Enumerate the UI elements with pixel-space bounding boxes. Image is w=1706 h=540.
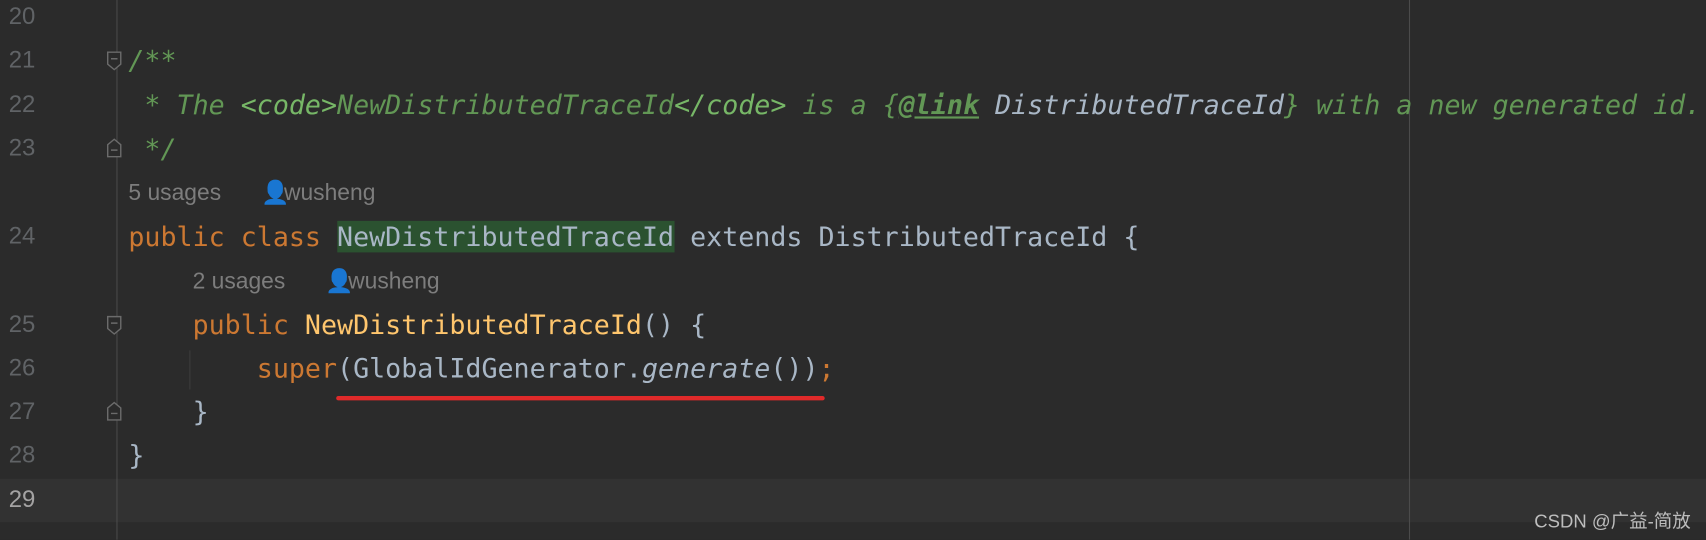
- red-annotation-underline: [336, 396, 825, 401]
- code-text: */: [128, 132, 177, 165]
- javadoc-link-tag[interactable]: @link: [899, 89, 979, 121]
- html-tag: </code>: [674, 89, 787, 121]
- code-text: super(GlobalIdGenerator.generate());: [128, 352, 835, 385]
- code-text: () {: [641, 308, 707, 341]
- code-text: extends DistributedTraceId {: [674, 220, 1140, 253]
- line-number[interactable]: 22: [9, 90, 36, 118]
- author-hint[interactable]: wusheng: [284, 181, 375, 207]
- usages-hint[interactable]: 5 usages: [128, 181, 221, 207]
- code-line-20[interactable]: 20: [0, 0, 1706, 39]
- code-line-21[interactable]: 21 /**: [0, 39, 1706, 83]
- constructor-name: NewDistributedTraceId: [304, 308, 642, 341]
- code-text: (GlobalIdGenerator.: [337, 352, 642, 385]
- line-number[interactable]: 24: [9, 222, 36, 250]
- line-number[interactable]: 28: [9, 441, 36, 469]
- code-text: ()): [770, 352, 819, 385]
- keyword: public: [128, 308, 305, 341]
- line-number[interactable]: 29: [9, 485, 36, 513]
- javadoc-reference[interactable]: DistributedTraceId: [995, 89, 1284, 121]
- line-number[interactable]: 26: [9, 354, 36, 382]
- watermark: CSDN @广益-简放: [1534, 511, 1691, 533]
- code-line-25[interactable]: 25 public NewDistributedTraceId() {: [0, 304, 1706, 348]
- code-line-26[interactable]: 26 super(GlobalIdGenerator.generate());: [0, 347, 1706, 391]
- inlay-hint-row: 5 usages 👤 wusheng: [0, 172, 1706, 216]
- line-number[interactable]: 27: [9, 397, 36, 425]
- comment-text: * The: [128, 89, 241, 121]
- usages-hint[interactable]: 2 usages: [193, 269, 286, 295]
- comment-text: NewDistributedTraceId: [337, 89, 675, 121]
- code-line-28[interactable]: 28 }: [0, 434, 1706, 478]
- html-tag: <code>: [240, 89, 338, 121]
- semicolon: ;: [818, 352, 835, 385]
- fold-start-icon[interactable]: [107, 51, 122, 71]
- highlighted-class-name[interactable]: NewDistributedTraceId: [337, 220, 675, 253]
- fold-end-icon[interactable]: [107, 138, 122, 158]
- code-line-29[interactable]: 29: [0, 479, 1706, 523]
- code-line-23[interactable]: 23 */: [0, 127, 1706, 171]
- fold-start-icon[interactable]: [107, 315, 122, 336]
- code-text: }: [128, 396, 209, 428]
- code-text: }: [128, 439, 145, 472]
- keyword: super: [128, 352, 338, 385]
- inlay-hint-row: 2 usages 👤 wusheng: [0, 260, 1706, 304]
- indent-guide: [189, 350, 191, 390]
- code-editor[interactable]: 20 21 /** 22 * The <code>NewDistributedT…: [0, 0, 1706, 540]
- code-text: public class NewDistributedTraceId exten…: [128, 220, 1140, 253]
- code-text: public NewDistributedTraceId() {: [128, 308, 707, 341]
- code-line-22[interactable]: 22 * The <code>NewDistributedTraceId</co…: [0, 84, 1706, 128]
- code-line-24[interactable]: 24 public class NewDistributedTraceId ex…: [0, 215, 1706, 259]
- author-hint[interactable]: wusheng: [348, 269, 439, 295]
- line-number[interactable]: 23: [9, 134, 36, 162]
- line-number[interactable]: 20: [9, 2, 36, 30]
- method-call: generate: [641, 352, 771, 385]
- comment-text: is a {: [786, 89, 899, 121]
- code-text: /**: [128, 44, 177, 77]
- keyword: public class: [128, 220, 338, 253]
- fold-end-icon[interactable]: [107, 401, 122, 421]
- comment-text: } with a new generated id.: [1283, 89, 1702, 121]
- code-text: * The <code>NewDistributedTraceId</code>…: [128, 89, 1701, 121]
- code-line-27[interactable]: 27 }: [0, 391, 1706, 435]
- line-number[interactable]: 21: [9, 46, 36, 74]
- line-number[interactable]: 25: [9, 310, 36, 338]
